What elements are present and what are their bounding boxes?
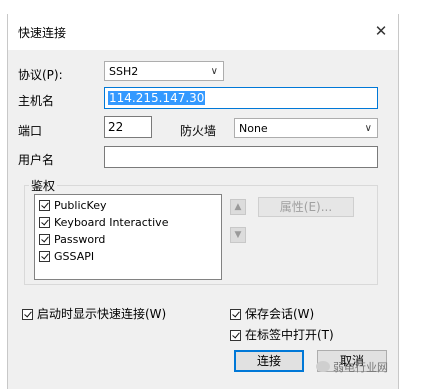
username-input[interactable] [104,146,378,168]
list-item[interactable]: Password [39,232,105,248]
auth-method-label: PublicKey [54,199,107,212]
dialog-title: 快速连接 [18,26,67,40]
checkbox-checked-icon[interactable] [39,234,50,245]
auth-method-label: Password [54,233,106,246]
checkbox-checked-icon[interactable] [39,251,50,262]
chevron-down-icon: ∨ [210,66,218,77]
connect-button[interactable]: 连接 [234,350,304,372]
hostname-input[interactable]: 114.215.147.30 [104,87,378,109]
firewall-label: 防火墙 [180,124,217,138]
firewall-select[interactable]: None ∨ [234,118,378,138]
save-session-label: 保存会话(W) [245,307,315,321]
port-label: 端口 [18,124,43,138]
watermark-text: 弱电行业网 [333,361,388,374]
protocol-label: 协议(P): [18,68,63,82]
triangle-down-icon: ▼ [234,230,242,240]
close-icon[interactable]: ✕ [370,20,392,42]
chevron-down-icon: ∨ [364,123,372,134]
list-item[interactable]: PublicKey [39,198,107,214]
properties-button[interactable]: 属性(E)... [258,197,354,217]
protocol-value: SSH2 [109,65,139,78]
checkbox-checked-icon[interactable] [39,200,50,211]
port-value: 22 [108,120,124,134]
move-down-button[interactable]: ▼ [230,227,246,243]
checkbox-checked-icon[interactable] [39,217,50,228]
open-in-tab-option[interactable]: 在标签中打开(T) [230,326,334,343]
username-label: 用户名 [18,153,55,167]
list-item[interactable]: Keyboard Interactive [39,215,168,231]
checkbox-checked-icon[interactable] [230,309,241,320]
port-input[interactable]: 22 [104,116,152,138]
list-item[interactable]: GSSAPI [39,249,94,265]
auth-method-label: GSSAPI [54,250,95,263]
firewall-value: None [239,122,268,135]
auth-methods-list[interactable]: PublicKey Keyboard Interactive Password … [34,194,222,280]
triangle-up-icon: ▲ [234,202,242,212]
open-in-tab-label: 在标签中打开(T) [245,328,334,342]
chat-bubble-icon [316,361,330,372]
title-bar: 快速连接 ✕ [8,14,398,50]
checkbox-checked-icon[interactable] [22,309,33,320]
show-on-startup-label: 启动时显示快速连接(W) [37,307,167,321]
protocol-select[interactable]: SSH2 ∨ [104,61,224,81]
quick-connect-dialog: 快速连接 ✕ 协议(P): SSH2 ∨ 主机名 114.215.147.30 … [7,14,399,389]
hostname-value: 114.215.147.30 [108,91,206,105]
auth-legend: 鉴权 [29,177,58,194]
auth-method-label: Keyboard Interactive [54,216,169,229]
watermark: 弱电行业网 [316,359,388,375]
save-session-option[interactable]: 保存会话(W) [230,305,314,322]
checkbox-checked-icon[interactable] [230,330,241,341]
show-on-startup-option[interactable]: 启动时显示快速连接(W) [22,305,166,322]
move-up-button[interactable]: ▲ [230,199,246,215]
hostname-label: 主机名 [18,94,55,108]
